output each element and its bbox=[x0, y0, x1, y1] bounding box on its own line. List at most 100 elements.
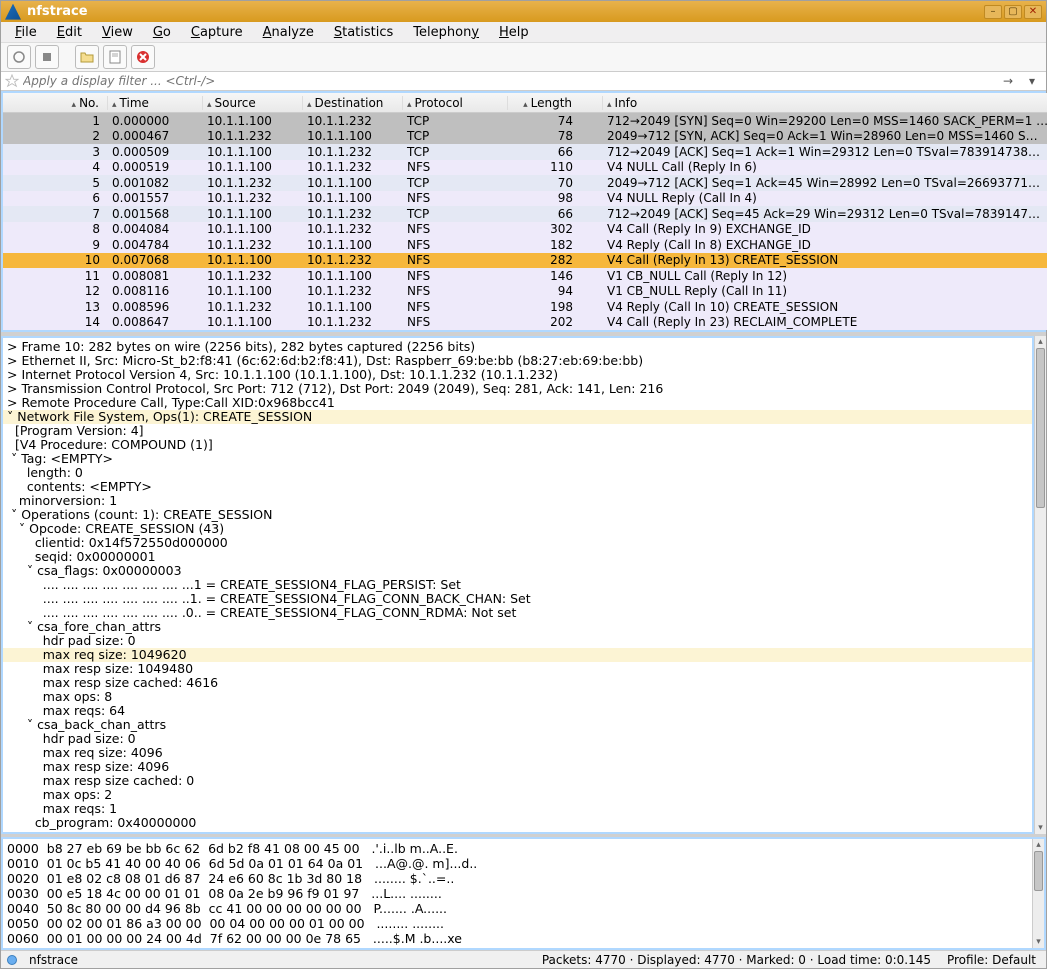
tree-line[interactable]: max resp size cached: 0 bbox=[3, 774, 1032, 788]
filter-bar: → ▾ bbox=[1, 72, 1046, 92]
tree-line[interactable]: ˅ csa_flags: 0x00000003 bbox=[3, 564, 1032, 578]
details-scrollbar[interactable]: ▴▾ bbox=[1034, 336, 1046, 834]
tree-line[interactable]: > Ethernet II, Src: Micro-St_b2:f8:41 (6… bbox=[3, 354, 1032, 368]
packet-row[interactable]: 140.00864710.1.1.10010.1.1.232NFS202V4 C… bbox=[3, 315, 1047, 331]
bytes-scrollbar[interactable]: ▴▾ bbox=[1032, 839, 1044, 948]
tree-line[interactable]: > Internet Protocol Version 4, Src: 10.1… bbox=[3, 368, 1032, 382]
display-filter-input[interactable] bbox=[23, 72, 994, 90]
packet-row[interactable]: 90.00478410.1.1.23210.1.1.100NFS182V4 Re… bbox=[3, 237, 1047, 253]
hex-line[interactable]: 0050 00 02 00 01 86 a3 00 00 00 04 00 00… bbox=[7, 916, 1032, 931]
tree-line[interactable]: ˅ Opcode: CREATE_SESSION (43) bbox=[3, 522, 1032, 536]
col-info[interactable]: Info bbox=[603, 96, 1047, 110]
menu-help[interactable]: Help bbox=[491, 23, 537, 42]
tree-line[interactable]: [Program Version: 4] bbox=[3, 424, 1032, 438]
hex-line[interactable]: 0020 01 e8 02 c8 08 01 d6 87 24 e6 60 8c… bbox=[7, 871, 1032, 886]
packet-row[interactable]: 130.00859610.1.1.23210.1.1.100NFS198V4 R… bbox=[3, 299, 1047, 315]
col-no[interactable]: No. bbox=[3, 96, 108, 110]
col-time[interactable]: Time bbox=[108, 96, 203, 110]
packet-row[interactable]: 10.00000010.1.1.10010.1.1.232TCP74712→20… bbox=[3, 113, 1047, 129]
tree-line[interactable]: contents: <EMPTY> bbox=[3, 480, 1032, 494]
tree-line[interactable]: max resp size: 1049480 bbox=[3, 662, 1032, 676]
packet-list-header[interactable]: No. Time Source Destination Protocol Len… bbox=[3, 93, 1047, 113]
packet-row[interactable]: 110.00808110.1.1.23210.1.1.100NFS146V1 C… bbox=[3, 268, 1047, 284]
menu-statistics[interactable]: Statistics bbox=[326, 23, 401, 42]
packet-row[interactable]: 100.00706810.1.1.10010.1.1.232NFS282V4 C… bbox=[3, 253, 1047, 269]
menubar: File Edit View Go Capture Analyze Statis… bbox=[1, 22, 1046, 43]
hex-line[interactable]: 0000 b8 27 eb 69 be bb 6c 62 6d b2 f8 41… bbox=[7, 841, 1032, 856]
col-length[interactable]: Length bbox=[508, 96, 603, 110]
menu-view[interactable]: View bbox=[94, 23, 141, 42]
tree-line[interactable]: [V4 Procedure: COMPOUND (1)] bbox=[3, 438, 1032, 452]
tree-line[interactable]: > Transmission Control Protocol, Src Por… bbox=[3, 382, 1032, 396]
menu-edit[interactable]: Edit bbox=[49, 23, 90, 42]
wireshark-logo-icon bbox=[5, 4, 21, 20]
menu-go[interactable]: Go bbox=[145, 23, 179, 42]
tree-line[interactable]: ˅ Network File System, Ops(1): CREATE_SE… bbox=[3, 410, 1032, 424]
minimize-button[interactable]: – bbox=[984, 5, 1002, 19]
packet-list-pane: No. Time Source Destination Protocol Len… bbox=[1, 91, 1046, 332]
tree-line[interactable]: .... .... .... .... .... .... .... .0.. … bbox=[3, 606, 1032, 620]
col-protocol[interactable]: Protocol bbox=[403, 96, 508, 110]
open-file-button[interactable] bbox=[75, 45, 99, 69]
packet-list-body[interactable]: 10.00000010.1.1.10010.1.1.232TCP74712→20… bbox=[3, 113, 1047, 330]
tree-line[interactable]: > Frame 10: 282 bytes on wire (2256 bits… bbox=[3, 340, 1032, 354]
tree-line[interactable]: max reqs: 1 bbox=[3, 802, 1032, 816]
packet-row[interactable]: 60.00155710.1.1.23210.1.1.100NFS98V4 NUL… bbox=[3, 191, 1047, 207]
maximize-button[interactable]: ▢ bbox=[1004, 5, 1022, 19]
capture-stop-button[interactable] bbox=[35, 45, 59, 69]
status-profile[interactable]: Profile: Default bbox=[943, 953, 1040, 967]
tree-line[interactable]: max req size: 1049620 bbox=[3, 648, 1032, 662]
tree-line[interactable]: .... .... .... .... .... .... .... ...1 … bbox=[3, 578, 1032, 592]
packet-bytes-pane[interactable]: 0000 b8 27 eb 69 be bb 6c 62 6d b2 f8 41… bbox=[1, 837, 1046, 950]
packet-row[interactable]: 40.00051910.1.1.10010.1.1.232NFS110V4 NU… bbox=[3, 160, 1047, 176]
hex-line[interactable]: 0060 00 01 00 00 00 24 00 4d 7f 62 00 00… bbox=[7, 931, 1032, 946]
tree-line[interactable]: length: 0 bbox=[3, 466, 1032, 480]
tree-line[interactable]: max ops: 2 bbox=[3, 788, 1032, 802]
menu-capture[interactable]: Capture bbox=[183, 23, 251, 42]
close-file-button[interactable] bbox=[131, 45, 155, 69]
hex-line[interactable]: 0030 00 e5 18 4c 00 00 01 01 08 0a 2e b9… bbox=[7, 886, 1032, 901]
titlebar[interactable]: nfstrace – ▢ ✕ bbox=[1, 1, 1046, 22]
tree-line[interactable]: seqid: 0x00000001 bbox=[3, 550, 1032, 564]
menu-analyze[interactable]: Analyze bbox=[255, 23, 322, 42]
tree-line[interactable]: clientid: 0x14f572550d000000 bbox=[3, 536, 1032, 550]
hex-line[interactable]: 0040 50 8c 80 00 00 d4 96 8b cc 41 00 00… bbox=[7, 901, 1032, 916]
menu-telephony[interactable]: Telephony bbox=[405, 23, 487, 42]
capture-start-button[interactable] bbox=[7, 45, 31, 69]
tree-line[interactable]: max req size: 4096 bbox=[3, 746, 1032, 760]
tree-line[interactable]: ˅ Operations (count: 1): CREATE_SESSION bbox=[3, 508, 1032, 522]
expert-info-icon[interactable] bbox=[7, 955, 17, 965]
tree-line[interactable]: max resp size: 4096 bbox=[3, 760, 1032, 774]
tree-line[interactable]: hdr pad size: 0 bbox=[3, 732, 1032, 746]
packet-row[interactable]: 30.00050910.1.1.10010.1.1.232TCP66712→20… bbox=[3, 144, 1047, 160]
tree-line[interactable]: minorversion: 1 bbox=[3, 494, 1032, 508]
app-window: nfstrace – ▢ ✕ File Edit View Go Capture… bbox=[0, 0, 1047, 969]
packet-row[interactable]: 80.00408410.1.1.10010.1.1.232NFS302V4 Ca… bbox=[3, 222, 1047, 238]
status-packets: Packets: 4770 · Displayed: 4770 · Marked… bbox=[538, 953, 935, 967]
tree-line[interactable]: ˅ csa_fore_chan_attrs bbox=[3, 620, 1032, 634]
tree-line[interactable]: > Remote Procedure Call, Type:Call XID:0… bbox=[3, 396, 1032, 410]
packet-row[interactable]: 20.00046710.1.1.23210.1.1.100TCP782049→7… bbox=[3, 129, 1047, 145]
packet-row[interactable]: 50.00108210.1.1.23210.1.1.100TCP702049→7… bbox=[3, 175, 1047, 191]
tree-line[interactable]: ˅ Tag: <EMPTY> bbox=[3, 452, 1032, 466]
col-source[interactable]: Source bbox=[203, 96, 303, 110]
menu-file[interactable]: File bbox=[7, 23, 45, 42]
tree-line[interactable]: cb_program: 0x40000000 bbox=[3, 816, 1032, 830]
tree-line[interactable]: max reqs: 64 bbox=[3, 704, 1032, 718]
tree-line[interactable]: max resp size cached: 4616 bbox=[3, 676, 1032, 690]
hex-line[interactable]: 0010 01 0c b5 41 40 00 40 06 6d 5d 0a 01… bbox=[7, 856, 1032, 871]
tree-line[interactable]: max ops: 8 bbox=[3, 690, 1032, 704]
packet-row[interactable]: 120.00811610.1.1.10010.1.1.232NFS94V1 CB… bbox=[3, 284, 1047, 300]
col-destination[interactable]: Destination bbox=[303, 96, 403, 110]
bookmark-icon[interactable] bbox=[5, 74, 19, 88]
save-file-button[interactable] bbox=[103, 45, 127, 69]
packet-row[interactable]: 70.00156810.1.1.10010.1.1.232TCP66712→20… bbox=[3, 206, 1047, 222]
tree-line[interactable]: hdr pad size: 0 bbox=[3, 634, 1032, 648]
filter-dropdown-button[interactable]: ▾ bbox=[1022, 74, 1042, 88]
close-button[interactable]: ✕ bbox=[1024, 5, 1042, 19]
apply-filter-button[interactable]: → bbox=[998, 74, 1018, 88]
packet-details-pane[interactable]: > Frame 10: 282 bytes on wire (2256 bits… bbox=[1, 336, 1034, 834]
window-title: nfstrace bbox=[27, 4, 978, 19]
tree-line[interactable]: .... .... .... .... .... .... .... ..1. … bbox=[3, 592, 1032, 606]
tree-line[interactable]: ˅ csa_back_chan_attrs bbox=[3, 718, 1032, 732]
